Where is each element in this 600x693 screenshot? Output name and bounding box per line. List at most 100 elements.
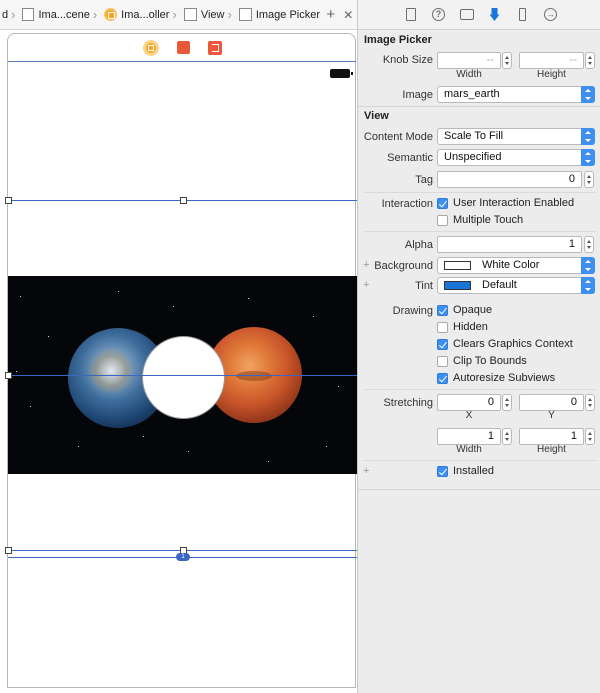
crumb-view-controller[interactable]: Ima...oller › [102, 0, 182, 29]
connections-arrow-icon: → [544, 8, 557, 21]
star [326, 446, 327, 447]
chevron-up-down-icon [581, 277, 595, 294]
tag-stepper[interactable] [584, 171, 594, 188]
resize-handle[interactable] [5, 547, 12, 554]
stretch-y-field[interactable]: 0 [519, 394, 584, 411]
alpha-stepper[interactable] [584, 236, 594, 253]
star [173, 306, 174, 307]
add-variation-button[interactable]: + [363, 465, 369, 477]
knob-width-field[interactable]: -- [437, 52, 501, 69]
first-responder-icon[interactable] [176, 41, 190, 54]
clears-context-checkbox[interactable] [437, 339, 448, 350]
stretch-width-field[interactable]: 1 [437, 428, 501, 445]
knob-height-field[interactable]: -- [519, 52, 584, 69]
star [248, 298, 249, 299]
inspector-tabs: ? → [358, 0, 600, 30]
interaction-label: Interaction [381, 198, 433, 210]
star [30, 406, 31, 407]
drawing-label: Drawing [392, 305, 433, 317]
stretch-height-field[interactable]: 1 [519, 428, 584, 445]
opaque-checkbox[interactable] [437, 305, 448, 316]
resize-handle[interactable] [5, 197, 12, 204]
close-editor-button[interactable]: ✕ [340, 0, 357, 29]
width-caption: Width [456, 69, 482, 80]
semantic-label: Semantic [387, 152, 433, 164]
resize-handle[interactable] [5, 372, 12, 379]
crumb-label: d [2, 8, 9, 21]
add-editor-button[interactable]: + [322, 0, 339, 29]
user-interaction-label: User Interaction Enabled [453, 197, 575, 209]
clip-to-bounds-label: Clip To Bounds [453, 355, 527, 367]
alpha-field[interactable]: 1 [437, 236, 582, 253]
sub-divider [364, 389, 596, 390]
hidden-label: Hidden [453, 321, 488, 333]
file-inspector-tab[interactable] [404, 8, 418, 22]
content-mode-label: Content Mode [363, 131, 433, 143]
scene-icon [22, 8, 35, 21]
connections-inspector-tab[interactable]: → [544, 8, 558, 22]
tint-color-popup[interactable]: Default [437, 277, 595, 294]
tint-color-swatch [444, 281, 471, 290]
attributes-inspector-tab[interactable] [488, 8, 502, 22]
width-caption: Width [456, 444, 482, 455]
image-combo[interactable]: mars_earth [437, 86, 595, 103]
content-mode-popup[interactable]: Scale To Fill [437, 128, 595, 145]
stretch-height-stepper[interactable] [585, 428, 595, 445]
chevron-up-down-icon [581, 149, 595, 166]
center-guide [8, 375, 357, 376]
clip-to-bounds-checkbox[interactable] [437, 356, 448, 367]
view-controller-icon[interactable] [142, 39, 159, 56]
sub-divider [364, 192, 596, 193]
crumb-scene[interactable]: Ima...cene › [20, 0, 102, 29]
installed-checkbox[interactable] [437, 466, 448, 477]
file-icon [405, 8, 416, 21]
battery-icon [330, 69, 353, 78]
inspector-panel: ? → Image Picker Knob Size -- -- Width H… [357, 0, 600, 693]
picker-knob[interactable] [142, 336, 225, 419]
semantic-popup[interactable]: Unspecified [437, 149, 595, 166]
close-icon: ✕ [343, 7, 354, 22]
section-title-image-picker: Image Picker [364, 34, 432, 46]
scene-dock [8, 34, 356, 62]
star [268, 461, 269, 462]
background-color-popup[interactable]: White Color [437, 257, 595, 274]
crumb-image-picker[interactable]: Image Picker [237, 0, 322, 29]
exit-icon[interactable] [207, 40, 222, 55]
autoresize-checkbox[interactable] [437, 373, 448, 384]
alpha-label: Alpha [404, 239, 433, 251]
resize-handle[interactable] [180, 197, 187, 204]
crumb-label: View [200, 8, 225, 21]
crumb-view[interactable]: View › [182, 0, 237, 29]
opaque-label: Opaque [453, 304, 493, 316]
multiple-touch-checkbox[interactable] [437, 215, 448, 226]
stretch-x-field[interactable]: 0 [437, 394, 501, 411]
constraint-badge[interactable]: 1 [176, 553, 190, 561]
user-interaction-checkbox[interactable] [437, 198, 448, 209]
chevron-right-icon: › [11, 7, 16, 22]
chevron-up-down-icon [581, 257, 595, 274]
stretch-width-stepper[interactable] [502, 428, 512, 445]
tag-field[interactable]: 0 [437, 171, 582, 188]
status-bar [8, 64, 356, 82]
tint-color-value: Default [482, 279, 517, 291]
height-caption: Height [537, 444, 566, 455]
star [48, 336, 49, 337]
section-divider [358, 489, 600, 490]
stretch-y-stepper[interactable] [585, 394, 595, 411]
quick-help-tab[interactable]: ? [432, 8, 446, 22]
knob-height-stepper[interactable] [585, 52, 595, 69]
tint-label: Tint [415, 280, 433, 292]
stretch-x-stepper[interactable] [502, 394, 512, 411]
background-label: Background [374, 260, 433, 272]
identity-inspector-tab[interactable] [459, 8, 474, 22]
star [313, 316, 314, 317]
knob-width-stepper[interactable] [502, 52, 512, 69]
chevron-right-icon: › [172, 7, 177, 22]
star [16, 371, 17, 372]
sub-divider [364, 460, 596, 461]
size-inspector-tab[interactable] [516, 8, 530, 22]
image-value: mars_earth [444, 88, 500, 100]
crumb-storyboard[interactable]: d › [0, 0, 20, 29]
view-controller-icon [104, 8, 118, 21]
hidden-checkbox[interactable] [437, 322, 448, 333]
